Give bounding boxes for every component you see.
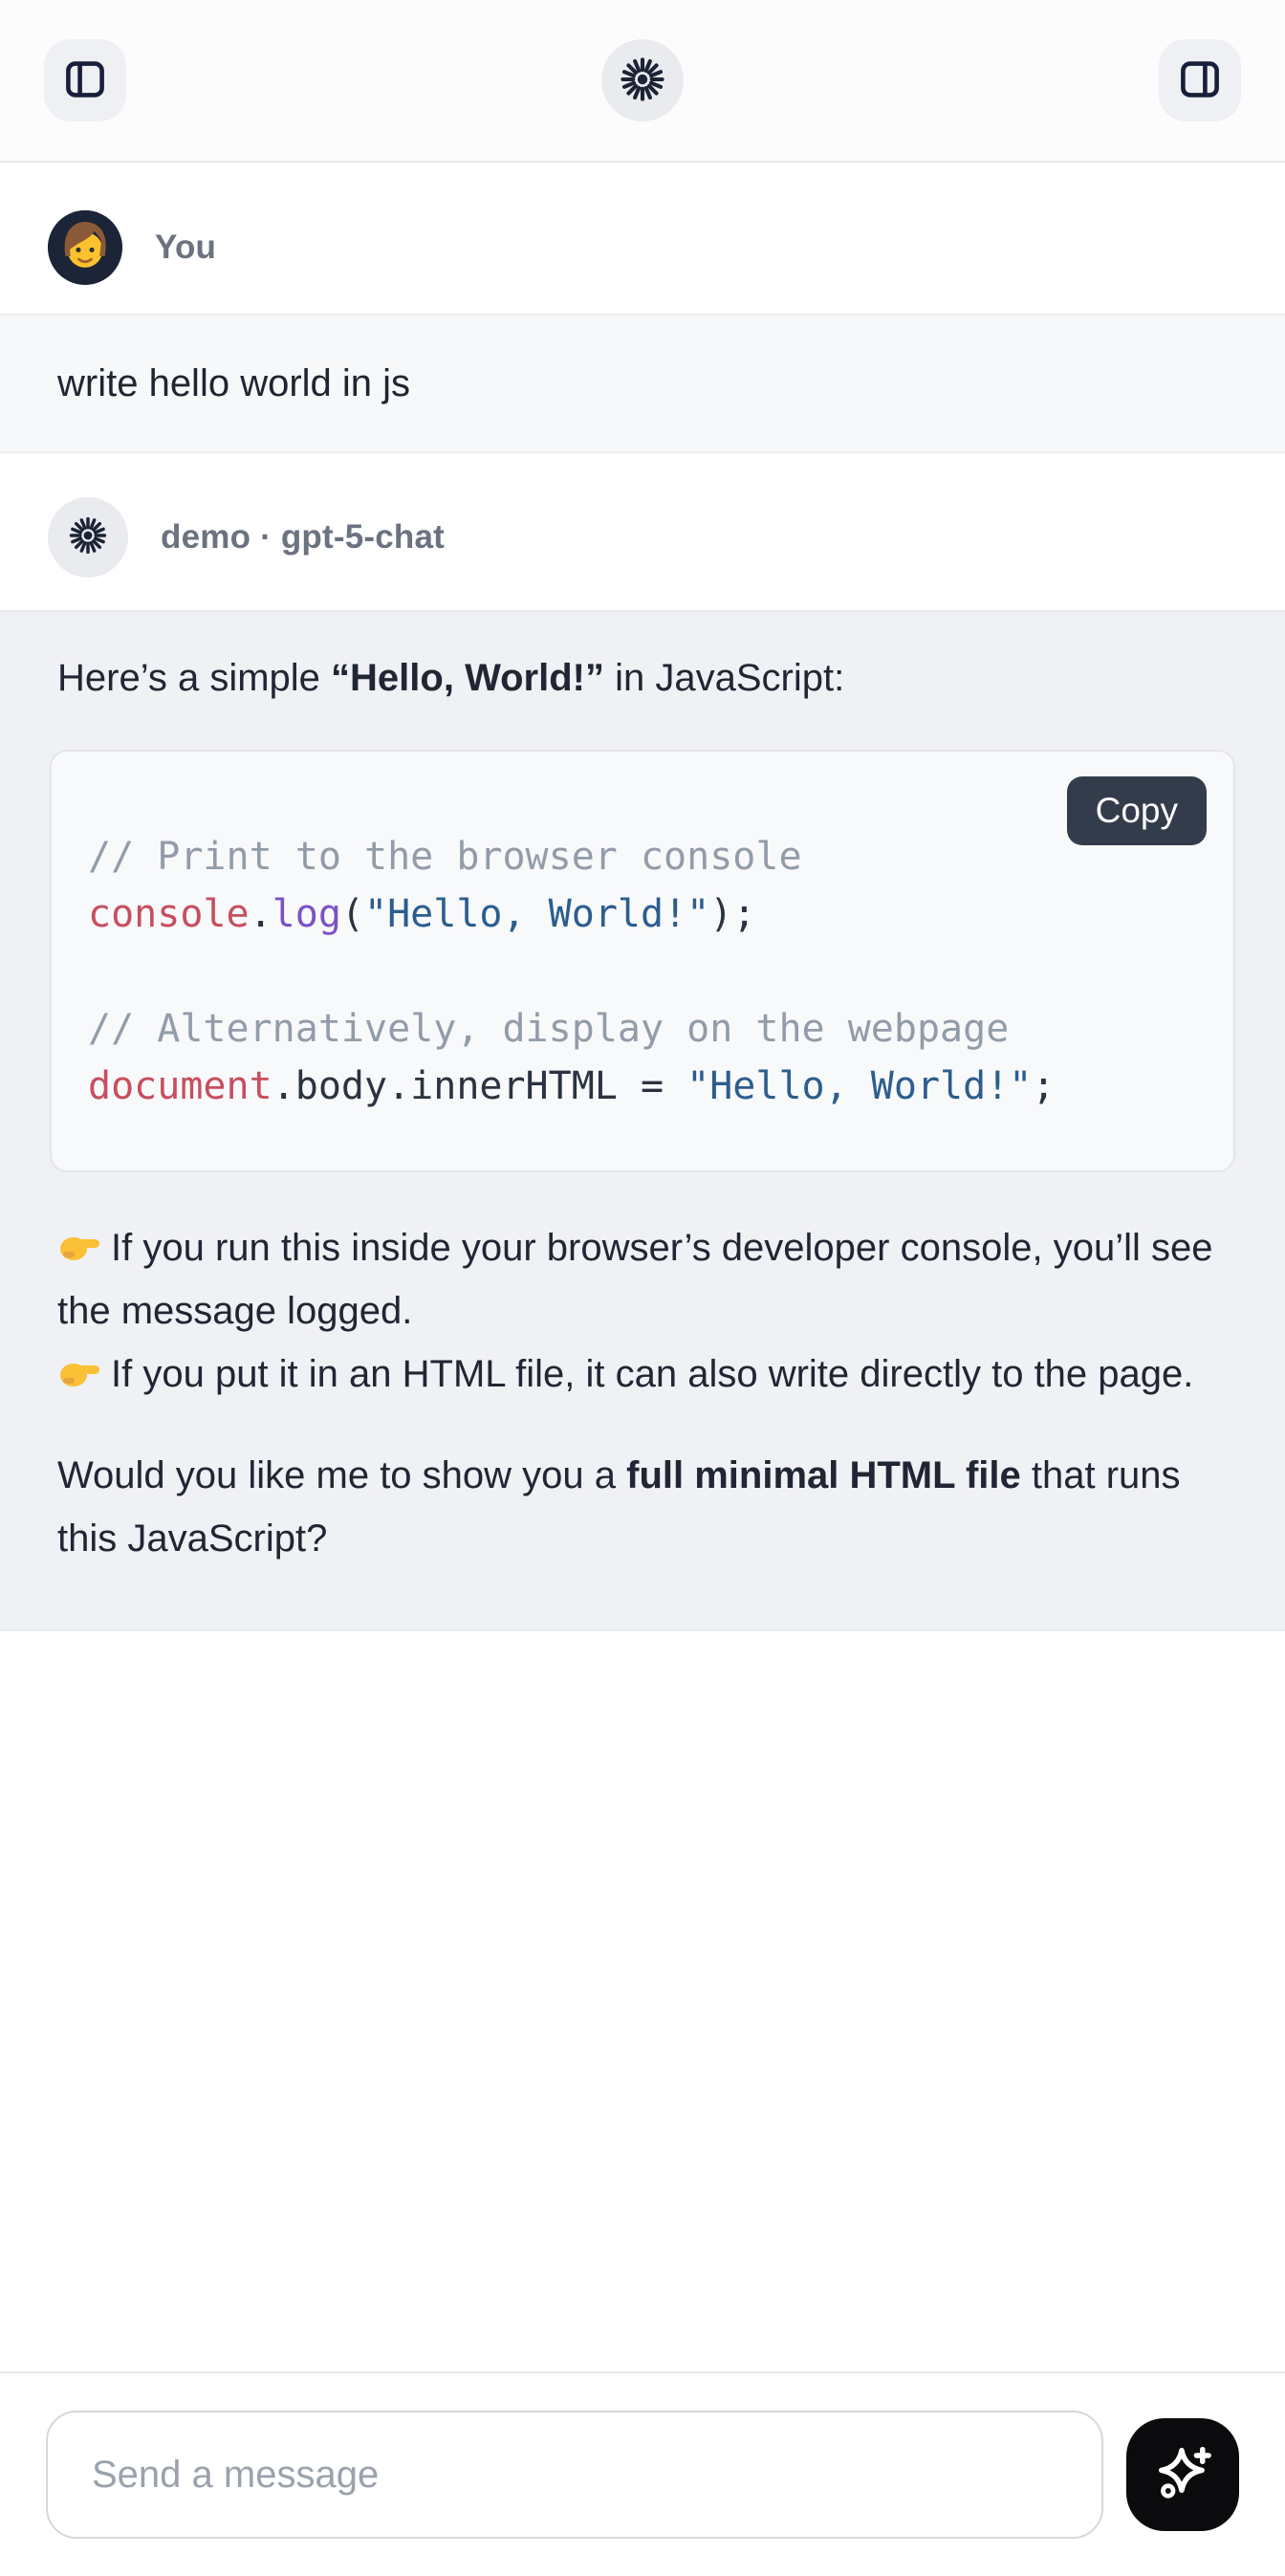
- assistant-model-name: demo · gpt-5-chat: [161, 518, 445, 557]
- code-token: // Alternatively, display on the webpage: [88, 1007, 1009, 1051]
- sparkle-icon: [1148, 2439, 1217, 2511]
- user-message: write hello world in js: [0, 314, 1285, 453]
- code-token: // Print to the browser console: [88, 835, 802, 879]
- assistant-followup-paragraph: Would you like me to show you a full min…: [50, 1444, 1235, 1570]
- note-text: If you put it in an HTML file, it can al…: [111, 1353, 1193, 1395]
- top-bar: [0, 0, 1285, 163]
- composer-bar: [0, 2371, 1285, 2576]
- code-token: .body.innerHTML: [272, 1064, 618, 1108]
- copy-code-button[interactable]: Copy: [1067, 776, 1207, 845]
- panel-right-icon: [1177, 56, 1223, 105]
- code-token: "Hello, World!": [686, 1064, 1032, 1108]
- starburst-spinner-icon: [618, 55, 667, 107]
- assistant-intro-paragraph: Here’s a simple “Hello, World!” in JavaS…: [50, 646, 1235, 709]
- user-message-text: write hello world in js: [57, 362, 410, 404]
- person-emoji-icon: [48, 210, 122, 285]
- note-line: If you run this inside your browser’s de…: [50, 1216, 1235, 1343]
- code-token: log: [272, 892, 341, 936]
- chat-scroll-area[interactable]: You write hello world in js: [0, 163, 1285, 2371]
- pointing-right-emoji-icon: [57, 1346, 101, 1385]
- intro-text-post: in JavaScript:: [604, 657, 844, 699]
- code-token: ;: [1032, 1064, 1055, 1108]
- message-input[interactable]: [46, 2411, 1103, 2539]
- note-line: If you put it in an HTML file, it can al…: [50, 1343, 1235, 1406]
- code-block: Copy // Print to the browser console con…: [50, 750, 1235, 1172]
- assistant-avatar: [48, 497, 128, 578]
- code-token: "Hello, World!": [364, 892, 709, 936]
- code-token: =: [618, 1064, 686, 1108]
- code-token: document: [88, 1064, 272, 1108]
- followup-bold-text: full minimal HTML file: [626, 1454, 1021, 1496]
- code-token: (: [341, 892, 364, 936]
- code-token: .: [250, 892, 272, 936]
- send-button[interactable]: [1126, 2418, 1239, 2531]
- code-token: );: [709, 892, 755, 936]
- intro-bold-text: “Hello, World!”: [331, 657, 604, 699]
- right-panel-toggle-button[interactable]: [1159, 39, 1241, 121]
- followup-text: Would you like me to show you a: [57, 1454, 626, 1496]
- user-turn-header: You: [0, 210, 1285, 285]
- assistant-turn-header: demo · gpt-5-chat: [0, 497, 1285, 578]
- chat-empty-space: [0, 1631, 1285, 2371]
- panel-left-icon: [62, 56, 108, 105]
- intro-text: Here’s a simple: [57, 657, 331, 699]
- sidebar-toggle-button[interactable]: [44, 39, 126, 121]
- starburst-icon: [67, 514, 109, 561]
- code-content: // Print to the browser console console.…: [52, 752, 1233, 1170]
- user-turn-name: You: [155, 229, 216, 267]
- pointing-right-emoji-icon: [57, 1220, 101, 1258]
- model-status-button[interactable]: [601, 39, 684, 121]
- note-text: If you run this inside your browser’s de…: [57, 1227, 1212, 1332]
- assistant-message: Here’s a simple “Hello, World!” in JavaS…: [0, 610, 1285, 1631]
- assistant-notes: If you run this inside your browser’s de…: [50, 1216, 1235, 1406]
- code-token: console: [88, 892, 250, 936]
- user-avatar: [48, 210, 122, 285]
